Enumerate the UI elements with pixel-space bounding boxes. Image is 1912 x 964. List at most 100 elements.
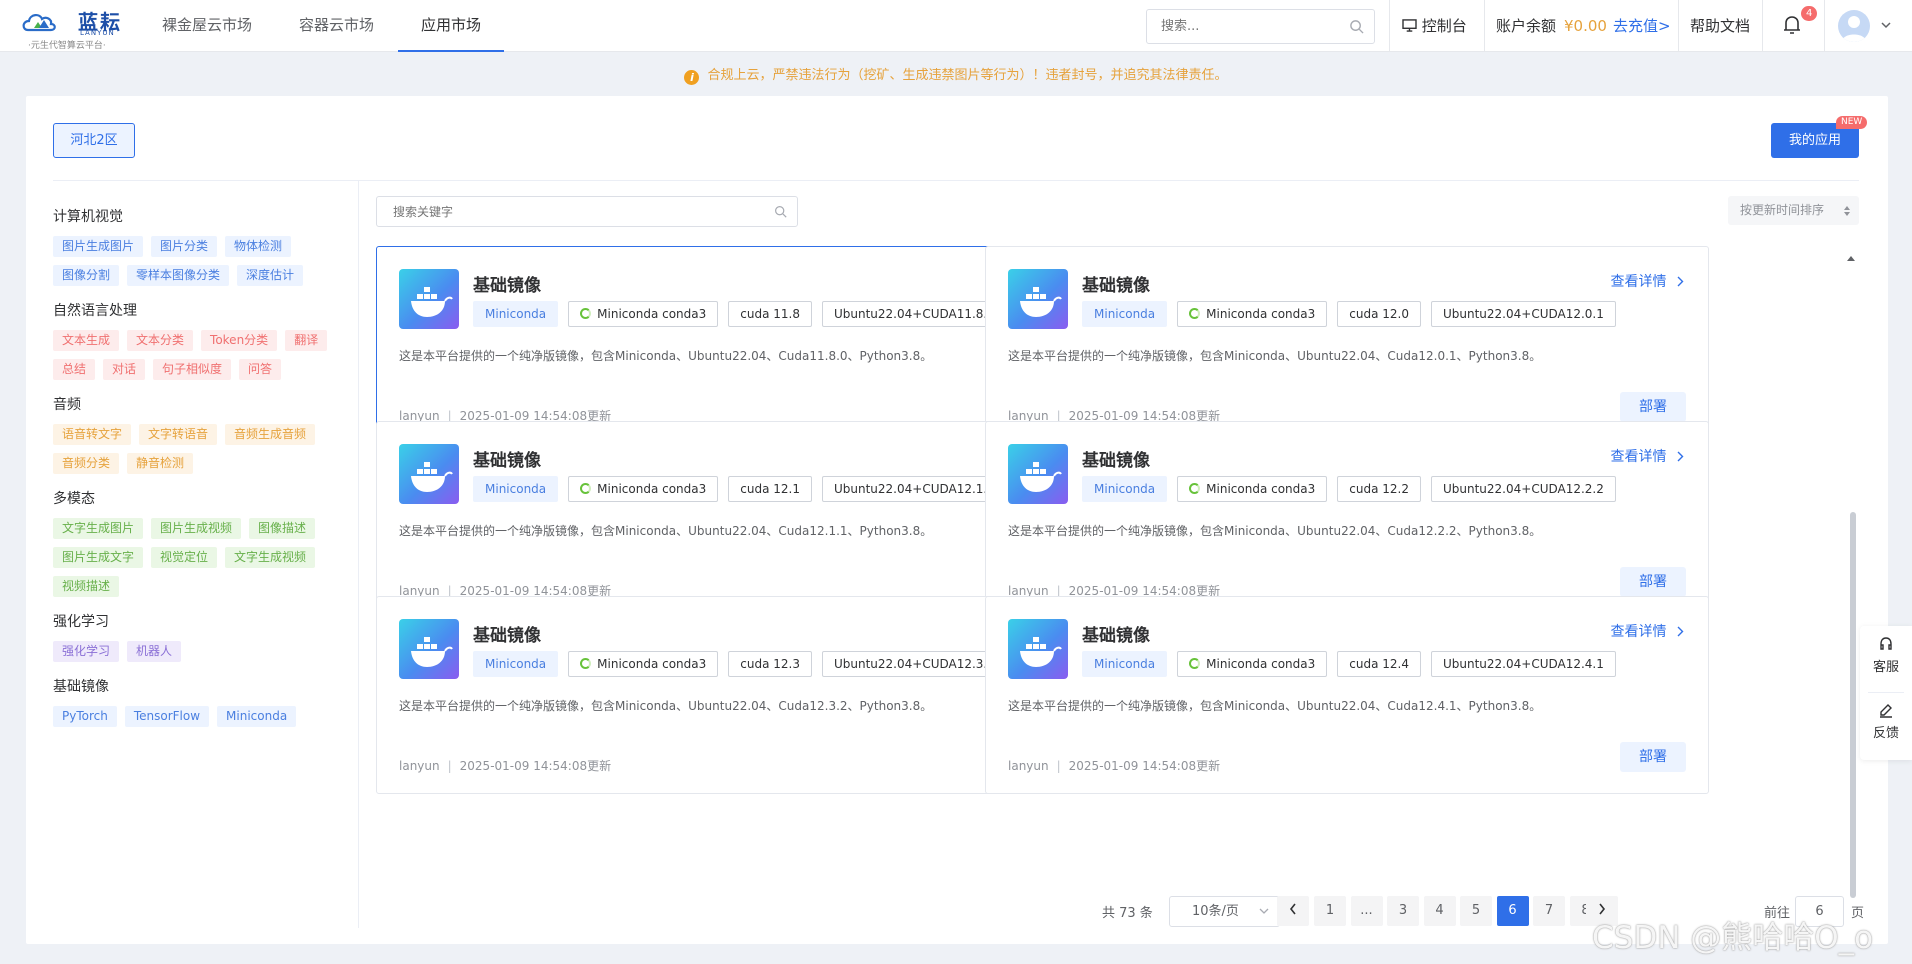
category-tag[interactable]: PyTorch: [53, 706, 117, 727]
category-tag[interactable]: 图像分割: [53, 265, 120, 286]
more-pages-button[interactable]: ...: [1350, 896, 1383, 926]
category-tag[interactable]: 问答: [239, 359, 282, 380]
conda-chip: Miniconda conda3: [568, 476, 719, 502]
category-tag[interactable]: 零样本图像分类: [127, 265, 230, 286]
docker-logo-icon: [399, 444, 459, 504]
page-size-select[interactable]: 10条/页: [1169, 896, 1280, 927]
lanyun-logo[interactable]: 蓝耘 LANYUN ·元生代智算云平台·: [22, 4, 132, 51]
category-tag[interactable]: 图片生成视频: [151, 518, 242, 539]
category-tag[interactable]: TensorFlow: [124, 706, 210, 727]
category-title: 强化学习: [53, 614, 109, 630]
page-button[interactable]: 5: [1460, 896, 1492, 926]
category-tag[interactable]: 强化学习: [53, 641, 120, 662]
loading-ring-icon: [580, 308, 592, 319]
category-tag[interactable]: 句子相似度: [153, 359, 232, 380]
card-updated: 2025-01-09 14:54:08更新: [1068, 759, 1221, 773]
category-tag[interactable]: 总结: [53, 359, 96, 380]
category-tag[interactable]: 机器人: [127, 641, 182, 662]
deploy-button[interactable]: 部署: [1620, 567, 1686, 597]
category-tag[interactable]: 静音检测: [127, 453, 194, 474]
framework-chip: Miniconda: [1082, 651, 1168, 677]
console-link[interactable]: 控制台: [1402, 0, 1467, 52]
edit-icon: [1880, 704, 1892, 718]
recharge-link[interactable]: 去充值>: [1613, 17, 1671, 35]
card-title: 基础镜像: [1082, 276, 1150, 296]
category-tag[interactable]: 文字生成图片: [53, 518, 144, 539]
page-button[interactable]: 1: [1314, 896, 1346, 926]
category-tag[interactable]: 语音转文字: [53, 424, 132, 445]
keyword-search-input[interactable]: [393, 197, 753, 226]
page-button[interactable]: 4: [1423, 896, 1456, 926]
category-tag[interactable]: 翻译: [285, 330, 328, 351]
category-tag[interactable]: 音频分类: [53, 453, 120, 474]
headset-icon: [1880, 637, 1892, 650]
view-details-link[interactable]: 查看详情: [1611, 446, 1684, 466]
category-tag[interactable]: 对话: [103, 359, 146, 380]
main-panel: 河北2区 我的应用 NEW 计算机视觉 图片生成图片 图片分类 物体检测 图像分割 零样本…: [26, 96, 1888, 944]
balance-value: ¥0.00: [1564, 17, 1607, 35]
category-tag[interactable]: Token分类: [201, 330, 278, 351]
view-details-link[interactable]: 查看详情: [1611, 271, 1684, 291]
page-button[interactable]: 3: [1387, 896, 1419, 926]
category-tag[interactable]: 音频生成音频: [225, 424, 316, 445]
tab-app-market[interactable]: 应用市场: [398, 0, 504, 52]
category-tag[interactable]: 深度估计: [237, 265, 304, 286]
conda-chip: Miniconda conda3: [568, 301, 719, 327]
card-description: 这是本平台提供的一个纯净版镜像，包含Miniconda、Ubuntu22.04、…: [399, 699, 933, 713]
category-tag[interactable]: 文字生成视频: [225, 547, 316, 568]
prev-page-button[interactable]: [1277, 896, 1309, 926]
category-tag[interactable]: 图片生成文字: [53, 547, 144, 568]
view-details-label: 查看详情: [1610, 274, 1667, 290]
card-updated: 2025-01-09 14:54:08更新: [459, 759, 612, 773]
category-tag[interactable]: Miniconda: [217, 706, 297, 727]
category-tag[interactable]: 文本生成: [53, 330, 120, 351]
user-avatar-icon: [1842, 16, 1866, 42]
top-search-input[interactable]: [1161, 10, 1341, 43]
category-title: 计算机视觉: [53, 209, 123, 225]
category-tag[interactable]: 图片分类: [151, 236, 218, 257]
sort-label: 按更新时间排序: [1740, 203, 1825, 217]
bell-icon[interactable]: [1782, 14, 1802, 36]
image-card[interactable]: 基础镜像 查看详情 Miniconda Miniconda conda3 cud…: [985, 596, 1709, 794]
category-tag[interactable]: 图片生成图片: [53, 236, 144, 257]
ubuntu-chip: Ubuntu22.04+CUDA12.1.1: [821, 476, 1007, 502]
image-card[interactable]: 基础镜像 查看详情 Miniconda Miniconda conda3 cud…: [985, 246, 1709, 444]
avatar[interactable]: [1838, 10, 1870, 42]
framework-chip: Miniconda: [473, 476, 559, 502]
page-button[interactable]: 7: [1533, 896, 1565, 926]
view-details-link[interactable]: 查看详情: [1611, 621, 1684, 641]
chevron-right-icon: [1677, 626, 1684, 637]
search-icon[interactable]: [774, 205, 787, 218]
customer-service-button[interactable]: 客服: [1860, 636, 1912, 675]
page-button[interactable]: 6: [1496, 896, 1529, 926]
scroll-up-icon[interactable]: [1846, 254, 1856, 262]
search-icon[interactable]: [1349, 19, 1364, 34]
framework-chip: Miniconda: [473, 651, 559, 677]
category-tag[interactable]: 文字转语音: [139, 424, 218, 445]
sort-select[interactable]: 按更新时间排序: [1728, 196, 1859, 225]
card-author: lanyun: [1008, 759, 1049, 773]
compliance-notice: i 合规上云，严禁违法行为（挖矿、生成违禁图片等行为）！违者封号，并追究其法律责任…: [0, 64, 1912, 85]
deploy-button[interactable]: 部署: [1620, 392, 1686, 422]
card-description: 这是本平台提供的一个纯净版镜像，包含Miniconda、Ubuntu22.04、…: [1008, 349, 1542, 363]
scrollbar-thumb[interactable]: [1850, 512, 1856, 898]
chevron-left-icon: [1289, 903, 1296, 915]
tab-container-market[interactable]: 容器云市场: [299, 0, 374, 52]
help-docs-link[interactable]: 帮助文档: [1690, 0, 1750, 52]
deploy-button[interactable]: 部署: [1620, 742, 1686, 772]
category-tag[interactable]: 物体检测: [225, 236, 292, 257]
conda-chip-label: Miniconda conda3: [597, 657, 707, 671]
loading-ring-icon: [580, 483, 592, 494]
feedback-button[interactable]: 反馈: [1860, 702, 1912, 741]
view-details-label: 查看详情: [1610, 624, 1667, 640]
floating-help-panel: 客服 反馈: [1860, 626, 1912, 760]
category-tag[interactable]: 图像描述: [249, 518, 316, 539]
chevron-down-icon[interactable]: [1880, 20, 1892, 30]
category-tag[interactable]: 视觉定位: [151, 547, 218, 568]
image-card[interactable]: 基础镜像 查看详情 Miniconda Miniconda conda3 cud…: [985, 421, 1709, 619]
tab-bare-metal-market[interactable]: 裸金屋云市场: [162, 0, 252, 52]
card-description: 这是本平台提供的一个纯净版镜像，包含Miniconda、Ubuntu22.04、…: [1008, 524, 1542, 538]
category-tag[interactable]: 文本分类: [127, 330, 194, 351]
category-tag[interactable]: 视频描述: [53, 576, 120, 597]
region-button[interactable]: 河北2区: [53, 123, 135, 158]
